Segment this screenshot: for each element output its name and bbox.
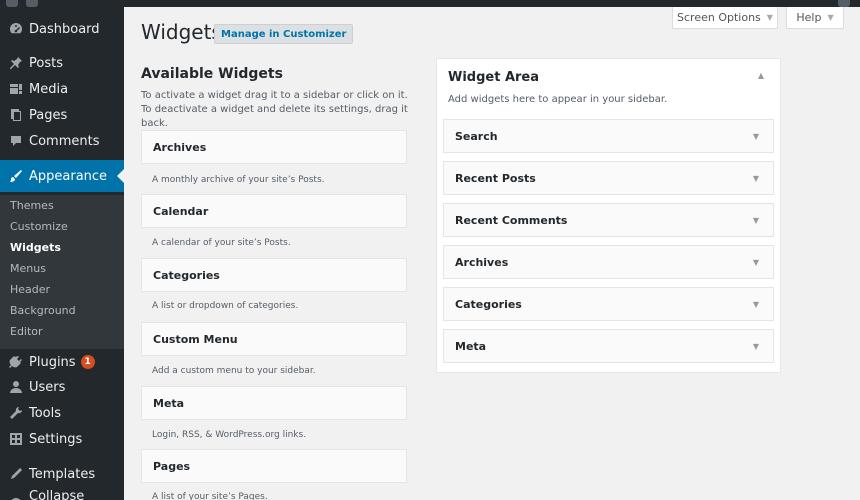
menu-label: Comments	[29, 133, 100, 149]
dashboard-icon	[9, 22, 23, 36]
appearance-submenu: Themes Customize Widgets Menus Header Ba…	[0, 195, 124, 349]
area-widget-label: Recent Posts	[455, 171, 536, 185]
area-widget-label: Categories	[455, 297, 522, 311]
avatar[interactable]	[838, 0, 850, 7]
menu-label: Templates	[29, 466, 96, 482]
submenu-header[interactable]: Header	[10, 283, 50, 296]
widget-area-panel: Widget Area ▲ Add widgets here to appear…	[436, 58, 781, 373]
widget-meta[interactable]: Meta	[141, 386, 407, 420]
chevron-down-icon[interactable]: ▼	[753, 342, 759, 351]
widget-calendar[interactable]: Calendar	[141, 194, 407, 228]
chevron-down-icon[interactable]: ▼	[753, 132, 759, 141]
media-icon	[9, 82, 23, 96]
menu-label: Posts	[29, 55, 63, 71]
menu-templates[interactable]: Templates	[0, 461, 124, 487]
submenu-themes[interactable]: Themes	[10, 199, 54, 212]
menu-appearance[interactable]: Appearance	[0, 160, 124, 192]
menu-label: Appearance	[29, 168, 108, 184]
widget-archives[interactable]: Archives	[141, 130, 407, 164]
menu-label: Plugins	[29, 354, 76, 370]
page-icon	[9, 108, 23, 122]
help-button[interactable]: Help ▼	[786, 7, 844, 29]
area-widget-label: Archives	[455, 255, 509, 269]
widget-custom-menu[interactable]: Custom Menu	[141, 322, 407, 356]
chevron-down-icon: ▼	[766, 13, 773, 22]
chevron-down-icon[interactable]: ▼	[753, 174, 759, 183]
chevron-up-icon[interactable]: ▲	[758, 71, 764, 80]
plugin-icon	[9, 355, 23, 369]
available-widgets-description: To activate a widget drag it to a sideba…	[141, 90, 408, 129]
menu-users[interactable]: Users	[0, 374, 124, 400]
area-widget-recent-comments[interactable]: Recent Comments ▼	[443, 203, 774, 237]
collapse-menu-button[interactable]: Collapse menu	[0, 489, 124, 500]
widget-description: A list of your site’s Pages.	[152, 492, 268, 500]
area-widget-label: Recent Comments	[455, 213, 568, 227]
menu-label: Pages	[29, 107, 68, 123]
template-icon	[9, 467, 23, 481]
chevron-down-icon: ▼	[827, 13, 834, 22]
area-widget-label: Meta	[455, 339, 487, 353]
widget-area-description: Add widgets here to appear in your sideb…	[448, 94, 668, 105]
page-title: Widgets	[141, 20, 222, 44]
submenu-menus[interactable]: Menus	[10, 262, 46, 275]
available-widgets-heading: Available Widgets	[141, 66, 283, 82]
chevron-down-icon[interactable]: ▼	[753, 258, 759, 267]
menu-label: Dashboard	[29, 21, 100, 37]
area-widget-recent-posts[interactable]: Recent Posts ▼	[443, 161, 774, 195]
wrench-icon	[9, 406, 23, 420]
menu-label: Media	[29, 81, 69, 97]
menu-tools[interactable]: Tools	[0, 400, 124, 426]
menu-dashboard[interactable]: Dashboard	[0, 16, 124, 42]
menu-posts[interactable]: Posts	[0, 50, 124, 76]
manage-in-customizer-button[interactable]: Manage in Customizer	[214, 24, 354, 44]
screen-options-button[interactable]: Screen Options ▼	[672, 7, 778, 29]
submenu-editor[interactable]: Editor	[10, 325, 43, 338]
submenu-widgets[interactable]: Widgets	[10, 241, 61, 254]
menu-label: Users	[29, 379, 66, 395]
widget-description: A calendar of your site’s Posts.	[152, 238, 291, 248]
menu-pages[interactable]: Pages	[0, 102, 124, 128]
widget-pages[interactable]: Pages	[141, 449, 407, 483]
area-widget-search[interactable]: Search ▼	[443, 119, 774, 153]
menu-label: Tools	[29, 405, 62, 421]
help-label: Help	[796, 11, 822, 24]
submenu-background[interactable]: Background	[10, 304, 76, 317]
settings-icon	[9, 432, 23, 446]
screen-options-label: Screen Options	[677, 11, 761, 24]
widget-categories[interactable]: Categories	[141, 258, 407, 292]
active-indicator	[117, 169, 124, 183]
user-icon	[9, 380, 23, 394]
comment-icon	[9, 134, 23, 148]
area-widget-meta[interactable]: Meta ▼	[443, 329, 774, 363]
area-widget-archives[interactable]: Archives ▼	[443, 245, 774, 279]
area-widget-categories[interactable]: Categories ▼	[443, 287, 774, 321]
home-icon[interactable]	[26, 0, 38, 7]
menu-comments[interactable]: Comments	[0, 128, 124, 154]
chevron-down-icon[interactable]: ▼	[753, 300, 759, 309]
admin-sidebar: Dashboard Posts Media Pages Comments App…	[0, 7, 124, 500]
brush-icon	[9, 169, 23, 183]
menu-plugins[interactable]: Plugins 1	[0, 349, 124, 375]
admin-bar	[0, 0, 860, 7]
menu-label: Collapse menu	[29, 489, 85, 500]
update-count-badge: 1	[80, 355, 95, 369]
wordpress-logo-icon[interactable]	[6, 0, 18, 7]
menu-media[interactable]: Media	[0, 76, 124, 102]
chevron-down-icon[interactable]: ▼	[753, 216, 759, 225]
menu-label: Settings	[29, 431, 83, 447]
widget-description: A monthly archive of your site’s Posts.	[152, 175, 325, 185]
area-widget-label: Search	[455, 129, 498, 143]
widget-description: A list or dropdown of categories.	[152, 301, 299, 311]
submenu-customize[interactable]: Customize	[10, 220, 68, 233]
widget-description: Login, RSS, & WordPress.org links.	[152, 430, 307, 440]
widget-area-title[interactable]: Widget Area	[448, 70, 539, 85]
pin-icon	[9, 56, 23, 70]
menu-settings[interactable]: Settings	[0, 426, 124, 452]
widget-description: Add a custom menu to your sidebar.	[152, 366, 316, 376]
